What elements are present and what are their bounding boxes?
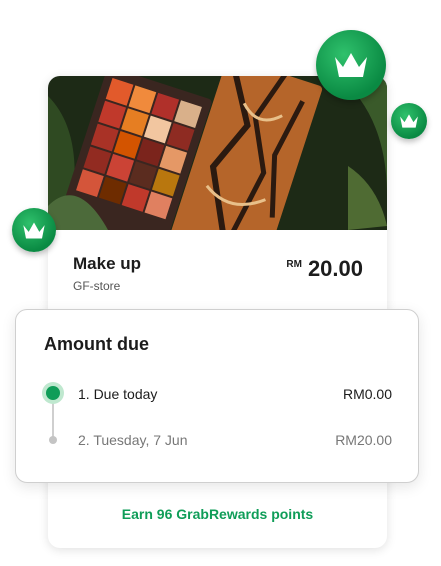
crown-badge-icon [316, 30, 386, 100]
crown-badge-icon [12, 208, 56, 252]
rewards-points-text: Earn 96 GrabRewards points [121, 506, 314, 522]
timeline-dot-active [42, 382, 64, 404]
store-name: GF-store [73, 279, 121, 293]
timeline-dot-upcoming [49, 436, 57, 444]
amount-due-heading: Amount due [44, 334, 149, 354]
price-amount: 20.00 [307, 256, 363, 281]
product-price: RM 20.00 [286, 256, 363, 282]
product-title: Make up [73, 254, 142, 273]
installment-1-amount: RM0.00 [342, 386, 392, 402]
currency-label: RM [286, 259, 302, 270]
installment-1-label: 1. Due today [78, 386, 158, 402]
installment-2-label: 2. Tuesday, 7 Jun [78, 432, 188, 448]
installment-2-amount: RM20.00 [335, 432, 392, 448]
product-image [48, 76, 387, 230]
crown-badge-icon [391, 103, 427, 139]
amount-due-panel: Amount due 1. Due today RM0.00 2. Tuesda… [15, 309, 419, 483]
